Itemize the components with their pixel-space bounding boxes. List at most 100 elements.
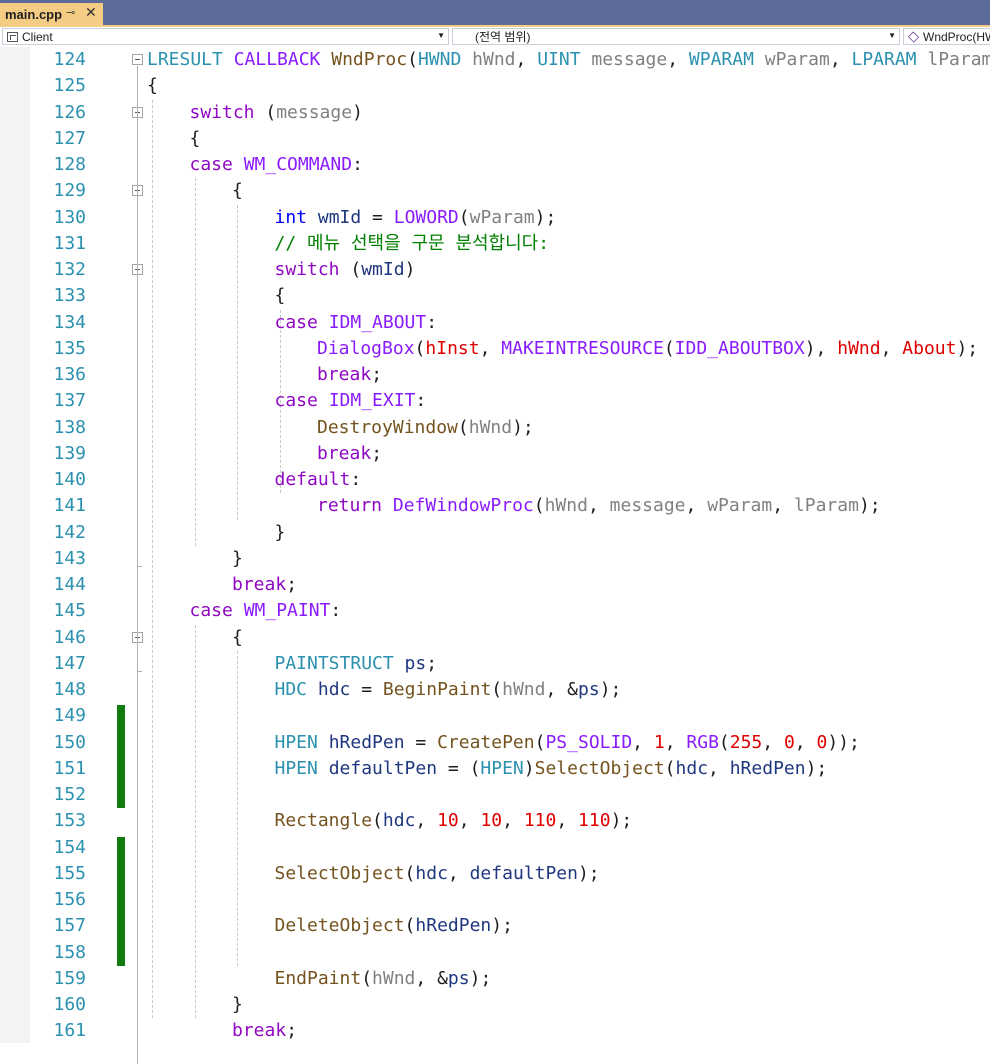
code-token: ;: [371, 442, 383, 464]
code-line[interactable]: HPEN hRedPen = CreatePen(PS_SOLID, 1, RG…: [275, 730, 860, 756]
code-line[interactable]: switch (wmId): [275, 257, 416, 283]
code-token: ,: [794, 731, 817, 753]
code-line[interactable]: DialogBox(hInst, MAKEINTRESOURCE(IDD_ABO…: [317, 336, 978, 362]
code-line[interactable]: HPEN defaultPen = (HPEN)SelectObject(hdc…: [275, 756, 828, 782]
line-number: 128: [53, 154, 86, 175]
code-token: 1: [653, 731, 665, 753]
project-dropdown[interactable]: Client ▼: [2, 28, 449, 45]
line-number: 130: [53, 206, 86, 228]
code-token: );: [469, 967, 492, 989]
code-line[interactable]: HDC hdc = BeginPaint(hWnd, &ps);: [275, 677, 622, 703]
code-token: HPEN: [480, 757, 524, 779]
code-line[interactable]: case WM_PAINT:: [190, 598, 342, 624]
code-token: ;: [286, 1020, 298, 1042]
code-token: {: [189, 127, 201, 149]
tab-main-cpp[interactable]: main.cpp ⊸ ✕: [0, 3, 103, 25]
code-line[interactable]: case IDM_EXIT:: [275, 388, 427, 414]
code-token: ,: [587, 495, 610, 517]
code-token: (: [361, 967, 373, 989]
code-line[interactable]: {: [190, 126, 201, 152]
line-number: 157: [53, 915, 86, 937]
outline-guide-line: [137, 66, 138, 1064]
line-number: 158: [53, 941, 86, 963]
code-line[interactable]: switch (message): [190, 100, 363, 126]
code-token: ): [404, 259, 416, 280]
line-number: 127: [53, 127, 86, 149]
code-token: ps: [404, 652, 427, 674]
code-line[interactable]: case IDM_ABOUT:: [275, 310, 438, 336]
code-token: break: [232, 1020, 287, 1042]
code-token: ,: [502, 810, 524, 832]
code-token: ;: [286, 574, 298, 595]
code-token: hWnd: [502, 679, 546, 700]
code-token: hWnd: [372, 967, 416, 989]
scope-dropdown[interactable]: (전역 범위) ▼: [452, 28, 900, 45]
code-token: About: [902, 337, 957, 359]
code-line[interactable]: EndPaint(hWnd, &ps);: [275, 966, 492, 992]
code-token: ,: [415, 810, 438, 832]
code-token: wParam: [764, 49, 830, 70]
code-line[interactable]: // 메뉴 선택을 구문 분석합니다:: [275, 231, 550, 257]
code-token: ,: [708, 757, 730, 779]
code-line[interactable]: {: [232, 178, 243, 204]
code-token: (: [414, 337, 426, 359]
code-line[interactable]: }: [232, 992, 243, 1018]
code-token: IDD_ABOUTBOX: [674, 337, 805, 359]
code-token: (: [491, 679, 503, 700]
code-line[interactable]: DestroyWindow(hWnd);: [317, 415, 534, 441]
code-line[interactable]: default:: [275, 467, 362, 493]
indicator-margin: [0, 47, 30, 1043]
code-token: ;: [426, 652, 438, 674]
code-line[interactable]: break;: [232, 572, 297, 598]
pin-icon[interactable]: ⊸: [66, 6, 75, 19]
code-token: hdc: [382, 810, 416, 832]
code-token: (: [718, 731, 730, 753]
code-line[interactable]: LRESULT CALLBACK WndProc(HWND hWnd, UINT…: [147, 47, 990, 73]
code-editor[interactable]: 124 125 126 127 128 129 130 131 132 133 134 135 136 1…: [0, 47, 990, 1064]
code-line[interactable]: SelectObject(hdc, defaultPen);: [275, 861, 600, 887]
code-token: DialogBox: [317, 337, 415, 359]
code-line[interactable]: }: [275, 520, 286, 546]
code-line[interactable]: {: [232, 625, 243, 651]
code-line[interactable]: int wmId = LOWORD(wParam);: [275, 205, 557, 231]
code-token: (: [663, 337, 675, 359]
code-token: UINT: [537, 49, 592, 70]
code-token: );: [956, 337, 979, 359]
close-icon[interactable]: ✕: [85, 4, 97, 21]
code-token: :: [415, 390, 427, 412]
line-number: 141: [53, 495, 86, 517]
code-token: );: [534, 206, 557, 228]
code-line[interactable]: break;: [317, 441, 382, 467]
line-number: 149: [53, 705, 86, 727]
code-line[interactable]: break;: [232, 1018, 297, 1044]
code-token: (: [457, 416, 469, 438]
code-token: (: [664, 757, 676, 779]
code-line[interactable]: break;: [317, 362, 382, 388]
indent-guide: [152, 99, 153, 1019]
line-number: 155: [53, 862, 86, 884]
code-token: IDM_EXIT: [328, 390, 416, 412]
member-dropdown[interactable]: WndProc(HW: [903, 28, 990, 45]
collapse-icon[interactable]: [132, 54, 143, 65]
code-line[interactable]: PAINTSTRUCT ps;: [275, 651, 438, 677]
code-line[interactable]: {: [275, 283, 286, 309]
code-line[interactable]: {: [147, 73, 158, 99]
code-line[interactable]: DeleteObject(hRedPen);: [275, 913, 513, 939]
indent-guide: [195, 178, 196, 546]
code-token: {: [274, 285, 286, 307]
code-line[interactable]: }: [232, 546, 243, 572]
code-token: switch: [274, 259, 351, 280]
line-number: 134: [53, 311, 86, 333]
code-token: ),: [804, 337, 838, 359]
code-token: SelectObject: [534, 757, 665, 779]
code-line[interactable]: case WM_COMMAND:: [190, 152, 363, 178]
line-number: 147: [53, 652, 86, 674]
code-token: lParam: [927, 49, 990, 70]
line-number: 156: [53, 889, 86, 910]
code-token: :: [330, 600, 342, 622]
code-line[interactable]: Rectangle(hdc, 10, 10, 110, 110);: [275, 808, 633, 834]
code-token: HDC: [274, 679, 318, 700]
code-token: (: [372, 810, 383, 832]
code-line[interactable]: return DefWindowProc(hWnd, message, wPar…: [317, 493, 881, 519]
line-number: 160: [53, 994, 86, 1015]
